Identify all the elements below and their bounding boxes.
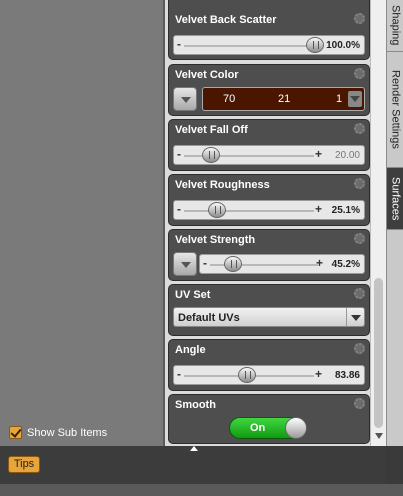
minus-icon: -: [203, 256, 207, 270]
slider-knob[interactable]: [306, 37, 324, 53]
slider-knob[interactable]: [238, 367, 256, 383]
tab-label: Surfaces: [389, 176, 402, 221]
slider-value[interactable]: 83.86: [335, 370, 360, 381]
tab-label: Render Settings: [389, 70, 402, 149]
slider-value[interactable]: 25.1%: [332, 205, 360, 216]
color-red-value: 70: [223, 93, 236, 105]
prop-angle: Angle - + 83.86: [168, 339, 370, 391]
gear-icon[interactable]: [354, 288, 365, 299]
slider-knob[interactable]: [224, 256, 242, 272]
slider-rail: [184, 210, 314, 212]
tab-render-settings[interactable]: Render Settings: [387, 52, 403, 168]
slider-value[interactable]: 100.0%: [326, 40, 360, 51]
color-blue-value: 1: [336, 93, 343, 105]
prop-velvet-roughness: Velvet Roughness - + 25.1%: [168, 174, 370, 226]
side-tabs: Shaping Render Settings Surfaces: [386, 0, 403, 446]
tab-shaping[interactable]: Shaping: [387, 0, 403, 52]
scrollbar-thumb[interactable]: [374, 278, 383, 428]
prop-smooth: Smooth On: [168, 394, 370, 444]
angle-slider[interactable]: - + 83.86: [173, 365, 365, 385]
minus-icon: -: [177, 367, 181, 381]
panel-scrollbar[interactable]: [370, 0, 386, 446]
property-panel: Velvet Back Scatter - 100.0% Velvet Colo…: [165, 0, 370, 446]
prop-velvet-fall-off: Velvet Fall Off - + 20.00: [168, 119, 370, 171]
prop-velvet-strength: Velvet Strength - + 45.2%: [168, 229, 370, 281]
prop-title: Angle: [175, 344, 206, 356]
gear-icon[interactable]: [354, 123, 365, 134]
back-scatter-slider[interactable]: - 100.0%: [173, 35, 365, 55]
prop-title: Smooth: [175, 399, 216, 411]
tree-pane: [0, 0, 163, 446]
uv-set-select[interactable]: Default UVs: [173, 307, 365, 327]
minus-icon: -: [177, 37, 181, 51]
plus-icon: +: [315, 367, 323, 381]
plus-icon: +: [315, 147, 323, 161]
roughness-slider[interactable]: - + 25.1%: [173, 200, 365, 220]
show-sub-items-label: Show Sub Items: [27, 426, 108, 439]
color-green-value: 21: [278, 93, 291, 105]
smooth-toggle[interactable]: On: [229, 417, 307, 439]
color-picker-button[interactable]: [348, 91, 362, 107]
prop-title: Velvet Roughness: [175, 179, 270, 191]
gear-icon[interactable]: [354, 178, 365, 189]
app-window: { "tree": {"show_sub_items_label": "Show…: [0, 0, 403, 496]
bottom-bar: Tips: [0, 446, 386, 484]
tab-label: Shaping: [389, 5, 402, 46]
prop-title: Velvet Color: [175, 69, 239, 81]
prop-title: UV Set: [175, 289, 211, 301]
chevron-down-icon[interactable]: [346, 308, 364, 326]
show-sub-items-option[interactable]: Show Sub Items: [9, 426, 107, 439]
toggle-state: On: [250, 422, 266, 434]
slider-value[interactable]: 45.2%: [332, 259, 360, 270]
footer-strip: [0, 484, 403, 496]
scroll-down-icon[interactable]: [375, 433, 383, 439]
tips-button[interactable]: Tips: [8, 456, 40, 473]
minus-icon: -: [177, 147, 181, 161]
prop-velvet-back-scatter: Velvet Back Scatter - 100.0%: [168, 0, 370, 60]
gear-icon[interactable]: [354, 233, 365, 244]
gear-icon[interactable]: [354, 343, 365, 354]
slider-value[interactable]: 20.00: [335, 150, 360, 161]
plus-icon: +: [315, 202, 323, 216]
slider-rail: [184, 45, 314, 47]
show-sub-items-checkbox[interactable]: [9, 426, 22, 439]
toggle-thumb[interactable]: [285, 417, 307, 439]
color-options-button[interactable]: [173, 87, 197, 111]
minus-icon: -: [177, 202, 181, 216]
plus-icon: +: [316, 256, 324, 270]
gear-icon[interactable]: [354, 13, 365, 24]
prop-uv-set: UV Set Default UVs: [168, 284, 370, 336]
slider-knob[interactable]: [208, 202, 226, 218]
gear-icon[interactable]: [354, 68, 365, 79]
slider-knob[interactable]: [202, 147, 220, 163]
strength-slider[interactable]: - + 45.2%: [199, 254, 365, 274]
uv-set-selected: Default UVs: [178, 312, 240, 324]
prop-title: Velvet Strength: [175, 234, 256, 246]
color-row: 70 21 1: [173, 87, 365, 111]
color-swatch[interactable]: 70 21 1: [202, 87, 365, 111]
prop-title: Velvet Back Scatter: [175, 14, 277, 26]
prop-velvet-color: Velvet Color 70 21 1: [168, 64, 370, 116]
prop-title: Velvet Fall Off: [175, 124, 248, 136]
strength-options-button[interactable]: [173, 252, 197, 276]
tab-surfaces[interactable]: Surfaces: [387, 168, 403, 230]
fall-off-slider[interactable]: - + 20.00: [173, 145, 365, 165]
gear-icon[interactable]: [354, 398, 365, 409]
collapse-arrow-icon[interactable]: [190, 446, 198, 451]
